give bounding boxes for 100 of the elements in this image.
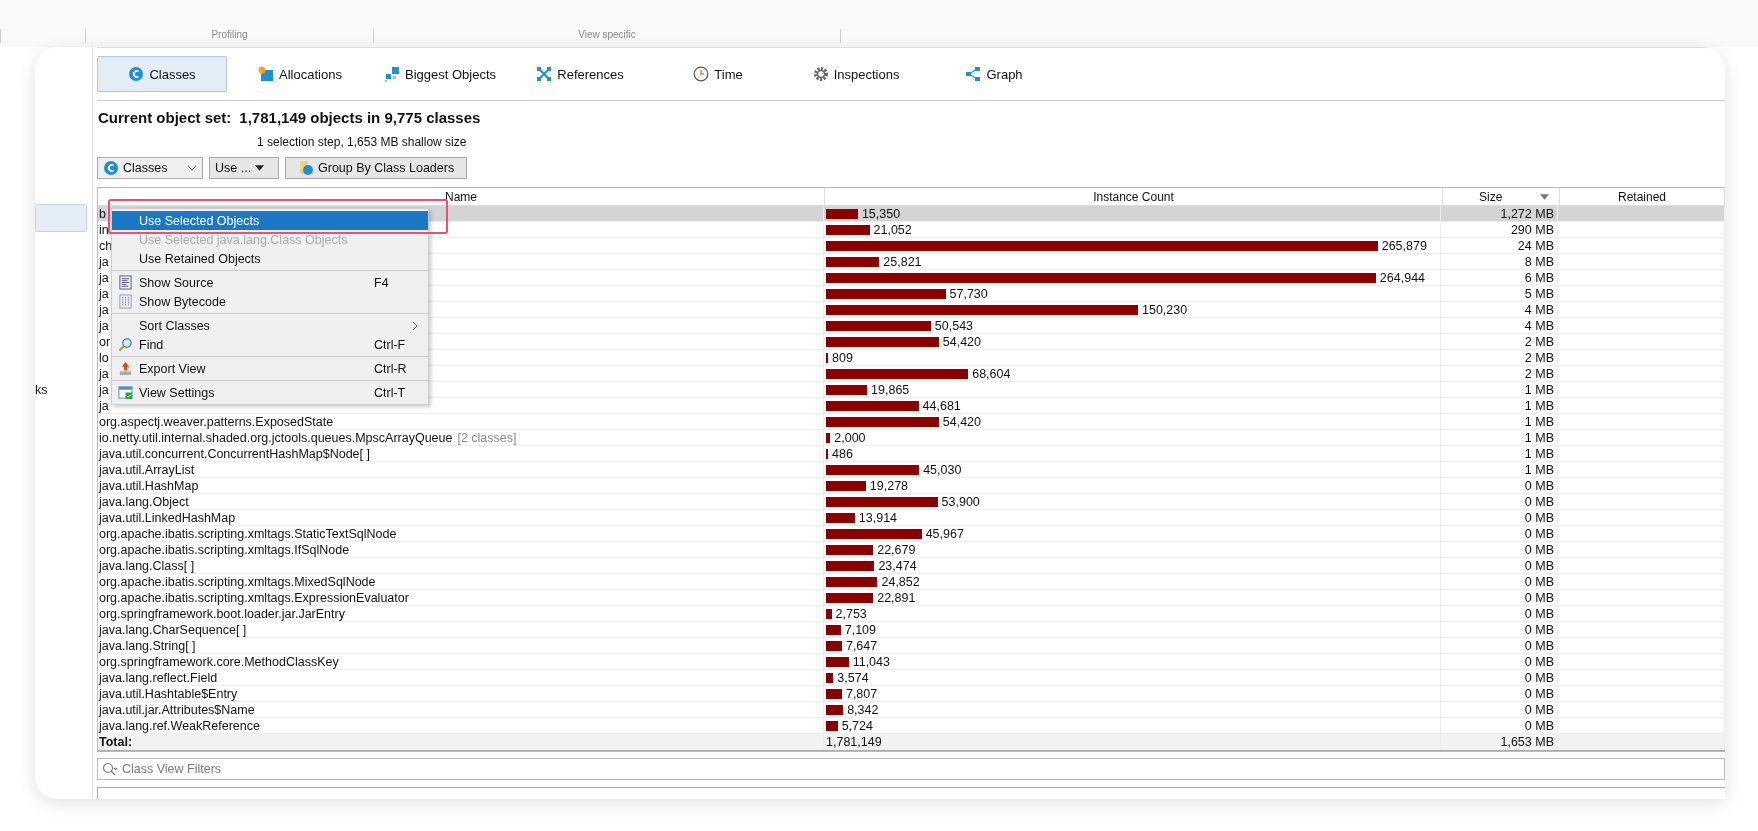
size-value: 1,272 MB (1500, 206, 1554, 221)
instance-count: 21,052 (873, 222, 912, 237)
table-row[interactable]: org.apache.ibatis.scripting.xmltags.ExpressionEvaluator 22,891 0 MB (98, 590, 1725, 606)
menu-item[interactable]: Show Source F4 (112, 273, 428, 292)
instance-count: 22,679 (877, 542, 916, 557)
column-header[interactable]: Retained (1560, 188, 1725, 205)
object-set-detail: 1 selection step, 1,653 MB shallow size (257, 135, 468, 149)
instance-count: 22,891 (877, 590, 916, 605)
menu-item[interactable]: Find Ctrl-F (112, 335, 428, 354)
view-dropdown[interactable]: Classes (97, 157, 203, 179)
table-row[interactable]: java.lang.reflect.Field 3,574 0 MB (98, 670, 1725, 686)
size-value: 0 MB (1524, 494, 1554, 509)
table-row[interactable]: org.springframework.core.MethodClassKey 11,043 0 MB (98, 654, 1725, 670)
size-value: 0 MB (1524, 478, 1554, 493)
class-name: java.lang.ref.WeakReference (99, 718, 260, 733)
instance-count: 5,724 (841, 718, 873, 733)
shortcut-label: Ctrl-T (374, 385, 407, 400)
table-row[interactable]: java.util.LinkedHashMap 13,914 0 MB (98, 510, 1725, 526)
class-name: java.util.ArrayList (99, 462, 195, 477)
filter-field[interactable]: Class View Filters (97, 758, 1725, 780)
menu-item[interactable]: Sort Classes (112, 316, 428, 335)
size-value: 4 MB (1524, 318, 1554, 333)
use-button[interactable]: Use ... (209, 157, 279, 179)
grid-icon (118, 294, 133, 309)
sidebar-item[interactable]: ks (35, 377, 92, 403)
size-value: 8 MB (1524, 254, 1554, 269)
instance-count: 2,000 (834, 430, 866, 445)
instance-count: 13,914 (858, 510, 898, 525)
size-value: 290 MB (1510, 222, 1554, 237)
column-header[interactable]: Size (1443, 188, 1560, 205)
menu-item[interactable]: Use Selected Objects (112, 211, 428, 230)
class-name: java.lang.reflect.Field (99, 670, 218, 685)
menu-item[interactable]: Show Bytecode (112, 292, 428, 311)
table-row[interactable]: io.netty.util.internal.shaded.org.jctools.queues.MpscArrayQueue [2 classes] 2,000 1 MB (98, 430, 1725, 446)
shortcut-label: Ctrl-F (374, 337, 407, 352)
instance-count: 68,604 (972, 366, 1011, 381)
instance-count: 45,030 (923, 462, 962, 477)
table-row[interactable]: java.util.Hashtable$Entry 7,807 0 MB (98, 686, 1725, 702)
sort-icon (1540, 194, 1549, 200)
view-tab[interactable]: Classes (97, 56, 227, 92)
class-name: ja (99, 366, 109, 381)
size-value: 0 MB (1524, 558, 1554, 573)
instance-count: 11,043 (852, 654, 890, 669)
view-tab[interactable]: Biggest Objects (373, 56, 508, 92)
menu-item[interactable]: Export View Ctrl-R (112, 359, 428, 378)
table-row[interactable]: java.lang.String[ ] 7,647 0 MB (98, 638, 1725, 654)
caret-icon (255, 165, 265, 171)
view-tab[interactable]: Graph (929, 56, 1060, 92)
size-value: 0 MB (1524, 622, 1554, 637)
table-row[interactable]: org.apache.ibatis.scripting.xmltags.MixedSqlNode 24,852 0 MB (98, 574, 1725, 590)
table-row[interactable]: java.util.jar.Attributes$Name 8,342 0 MB (98, 702, 1725, 718)
column-header[interactable]: Instance Count (825, 188, 1443, 205)
size-value: 0 MB (1524, 686, 1554, 701)
size-value: 1 MB (1524, 430, 1554, 445)
table-row[interactable]: java.util.concurrent.ConcurrentHashMap$Node[ ] 486 1 MB (98, 446, 1725, 462)
view-tab[interactable]: References (515, 56, 646, 92)
table-row[interactable]: org.aspectj.weaver.patterns.ExposedState 54,420 1 MB (98, 414, 1725, 430)
view-tab[interactable]: Inspections (791, 56, 922, 92)
table-row[interactable]: java.util.ArrayList 45,030 1 MB (98, 462, 1725, 478)
table-row[interactable]: java.lang.CharSequence[ ] 7,109 0 MB (98, 622, 1725, 638)
class-name: java.lang.Class[ ] (99, 558, 195, 573)
graph-icon (965, 66, 982, 82)
instance-count: 24,852 (881, 574, 920, 589)
group-label: Profiling (85, 29, 373, 43)
table-row[interactable]: java.util.HashMap 19,278 0 MB (98, 478, 1725, 494)
class-name: in (99, 222, 109, 237)
size-value: 1 MB (1524, 462, 1554, 477)
size-value: 24 MB (1517, 238, 1554, 253)
class-name: org.apache.ibatis.scripting.xmltags.MixedSqlNode (99, 574, 376, 589)
size-value: 1 MB (1524, 446, 1554, 461)
references-icon (536, 66, 553, 82)
instance-count: 44,681 (922, 398, 961, 413)
menu-item[interactable]: View Settings Ctrl-T (112, 383, 428, 402)
size-value: 0 MB (1524, 574, 1554, 589)
size-value: 0 MB (1524, 638, 1554, 653)
column-header[interactable]: Name (98, 188, 825, 205)
table-row[interactable]: org.apache.ibatis.scripting.xmltags.StaticTextSqlNode 45,967 0 MB (98, 526, 1725, 542)
class-name: io.netty.util.internal.shaded.org.jctools.queues.MpscArrayQueue (99, 430, 453, 445)
size-value: 1 MB (1524, 398, 1554, 413)
size-value: 2 MB (1524, 334, 1554, 349)
class-name: org.springframework.boot.loader.jar.JarEntry (99, 606, 345, 621)
instance-count: 809 (832, 350, 853, 365)
sidebar-item[interactable] (35, 204, 87, 232)
size-value: 0 MB (1524, 542, 1554, 557)
total-label: Total: (99, 735, 133, 749)
instance-count: 7,109 (844, 622, 876, 637)
view-tab[interactable]: Allocations (235, 56, 365, 92)
group-by-button[interactable]: Group By Class Loaders (285, 157, 468, 179)
size-value: 0 MB (1524, 670, 1554, 685)
table-row[interactable]: org.apache.ibatis.scripting.xmltags.IfSqlNode 22,679 0 MB (98, 542, 1725, 558)
table-row[interactable]: java.lang.Object 53,900 0 MB (98, 494, 1725, 510)
class-name: org.apache.ibatis.scripting.xmltags.ExpressionEvaluator (99, 590, 409, 605)
instance-count: 23,474 (878, 558, 917, 573)
instance-count: 150,230 (1142, 302, 1188, 317)
table-row[interactable]: org.springframework.boot.loader.jar.JarEntry 2,753 0 MB (98, 606, 1725, 622)
instance-count: 7,647 (845, 638, 878, 653)
view-tab[interactable]: Time (653, 56, 784, 92)
instance-count: 3,574 (837, 670, 869, 685)
total-size: 1,653 MB (1500, 735, 1554, 749)
table-row[interactable]: java.lang.Class[ ] 23,474 0 MB (98, 558, 1725, 574)
